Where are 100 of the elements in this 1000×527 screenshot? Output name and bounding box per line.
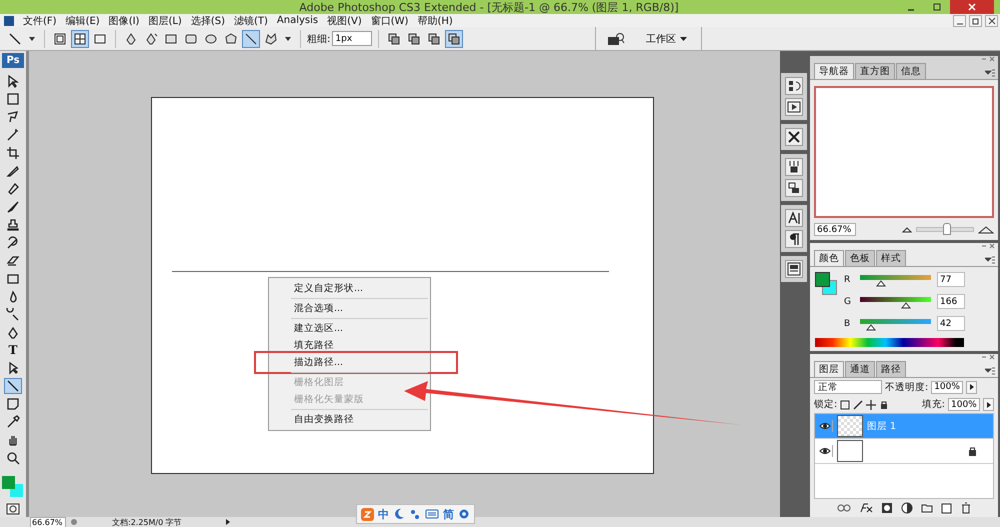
menu-item[interactable]: Analysis [276, 15, 318, 26]
layer-style-icon[interactable] [859, 503, 873, 513]
zoom-out-icon[interactable] [902, 226, 912, 232]
opacity-field[interactable]: 100% [931, 380, 964, 394]
brushes-icon[interactable] [784, 158, 802, 176]
visibility-eye-icon[interactable] [818, 420, 833, 432]
zoom-slider-handle[interactable] [943, 223, 951, 235]
ime-logo-icon[interactable] [361, 508, 374, 520]
new-layer-icon[interactable] [941, 502, 953, 514]
layer-name: 图层 1 [867, 420, 896, 432]
lock-all-icon[interactable] [879, 400, 890, 410]
input-mode-toggle[interactable]: 简 [443, 506, 454, 522]
lock-transparency-icon[interactable] [840, 400, 850, 410]
menu-item[interactable]: 文件(F) [23, 14, 57, 28]
tools-icon[interactable] [784, 128, 802, 146]
quick-mask-icon[interactable] [4, 501, 22, 517]
adjustment-layer-icon[interactable] [901, 502, 913, 514]
panel-menu-icon[interactable] [982, 367, 998, 377]
panel-tab[interactable]: 通道 [845, 361, 875, 377]
menu-item[interactable]: 窗口(W) [370, 14, 408, 28]
close-icon[interactable] [985, 14, 998, 26]
panel-controls-icon[interactable] [981, 56, 995, 63]
settings-icon[interactable] [458, 508, 470, 520]
character-icon[interactable] [784, 209, 802, 227]
status-menu-icon[interactable] [226, 519, 230, 525]
panel-controls-icon[interactable] [981, 354, 995, 361]
line-tool-icon[interactable] [4, 378, 22, 394]
zoom-in-icon[interactable] [978, 226, 994, 234]
caret-icon[interactable] [26, 36, 38, 40]
visibility-eye-icon[interactable] [818, 445, 833, 457]
panel-menu-icon[interactable] [982, 69, 998, 79]
panel-tab[interactable]: 样式 [876, 250, 906, 266]
lock-position-icon[interactable] [866, 400, 876, 410]
panel-tab[interactable]: 导航器 [814, 63, 854, 79]
panel-tab[interactable]: 色板 [845, 250, 875, 266]
restore-icon[interactable] [969, 14, 982, 26]
channel-label: R [843, 274, 852, 284]
layer-comps-icon[interactable] [784, 260, 802, 278]
workspace-dropdown[interactable]: 工作区 [630, 32, 693, 46]
menu-item[interactable]: 混合选项... [269, 300, 430, 317]
close-icon[interactable] [950, 0, 994, 14]
menu-item[interactable]: 视图(V) [327, 14, 362, 28]
ps-logo: Ps [2, 53, 24, 68]
paragraph-icon[interactable] [784, 230, 802, 248]
zoom-field[interactable]: 66.67% [814, 223, 856, 236]
link-icon[interactable] [837, 504, 851, 512]
color-spectrum[interactable] [815, 338, 964, 347]
panel-tab[interactable]: 图层 [814, 361, 844, 377]
menu-item[interactable]: 帮助(H) [417, 14, 453, 28]
window-title: Adobe Photoshop CS3 Extended - [无标题-1 @ 66.7% (图层 1, RGB/8)] [298, 0, 680, 14]
panel-tab[interactable]: 颜色 [814, 250, 844, 266]
app-icon [4, 16, 14, 26]
folder-icon[interactable] [921, 503, 933, 513]
channel-slider[interactable] [860, 297, 931, 310]
color-swatches-icon[interactable] [2, 476, 24, 498]
minimize-icon[interactable] [953, 14, 966, 26]
menu-item[interactable]: 图层(L) [148, 14, 182, 28]
menu-item[interactable]: 图像(I) [108, 14, 140, 28]
type-tool-icon[interactable]: T [4, 342, 22, 358]
navigator-preview[interactable] [814, 86, 994, 218]
menu-item[interactable]: 建立选区... [269, 320, 430, 337]
channel-value-field[interactable]: 166 [937, 294, 965, 309]
lock-pixels-icon[interactable] [853, 400, 864, 410]
path-combine-icon[interactable] [445, 30, 464, 48]
clone-source-icon[interactable] [784, 179, 802, 197]
panel-tab[interactable]: 信息 [896, 63, 926, 79]
blend-mode-dropdown[interactable]: 正常 [814, 380, 882, 394]
fill-field[interactable]: 100% [948, 398, 980, 411]
channel-value-field[interactable]: 77 [937, 272, 965, 287]
layer-row[interactable] [815, 439, 993, 464]
mask-icon[interactable] [881, 502, 893, 514]
panel-tab[interactable]: 直方图 [855, 63, 895, 79]
paths-mode-icon[interactable] [71, 30, 89, 48]
weight-label: 粗细: [307, 32, 330, 46]
channel-slider[interactable] [860, 319, 931, 332]
status-icon[interactable] [70, 518, 78, 526]
trash-icon[interactable] [961, 502, 971, 514]
moon-icon[interactable] [393, 508, 405, 520]
channel-value-field[interactable]: 42 [937, 316, 965, 331]
panel-menu-icon[interactable] [982, 256, 998, 266]
caret-icon[interactable] [282, 36, 294, 40]
channel-slider[interactable] [860, 275, 931, 288]
panel-tab[interactable]: 路径 [876, 361, 906, 377]
menu-item[interactable]: 自由变换路径 [269, 411, 430, 428]
history-icon[interactable] [784, 77, 802, 95]
keyboard-icon[interactable] [425, 509, 439, 519]
menu-item[interactable]: 滤镜(T) [234, 14, 268, 28]
zoom-field[interactable]: 66.67% [30, 516, 66, 527]
actions-icon[interactable] [784, 98, 802, 116]
menu-item[interactable]: 编辑(E) [66, 14, 100, 28]
panel-controls-icon[interactable] [981, 243, 995, 250]
menu-item[interactable]: 选择(S) [190, 14, 225, 28]
crop-tool-icon[interactable] [4, 144, 22, 161]
menu-item[interactable]: 填充路径 [269, 337, 430, 354]
input-mode-toggle[interactable]: 中 [378, 506, 389, 522]
punctuation-icon[interactable] [409, 508, 421, 520]
channel-label: G [843, 296, 852, 306]
weight-field[interactable]: 1px [332, 31, 372, 46]
menu-item[interactable]: 定义自定形状... [269, 280, 430, 297]
lock-label: 锁定: [814, 398, 838, 411]
